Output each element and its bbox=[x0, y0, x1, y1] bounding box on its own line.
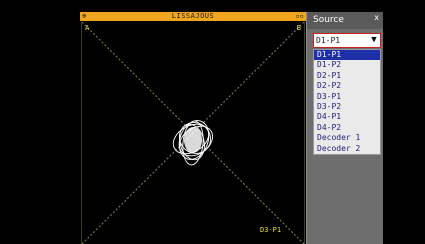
corner-tag-right: B bbox=[296, 24, 301, 32]
source-option[interactable]: D4-P1 bbox=[314, 112, 380, 122]
source-option[interactable]: D1-P1 bbox=[314, 50, 380, 61]
source-option[interactable]: D4-P2 bbox=[314, 123, 380, 133]
source-option[interactable]: D3-P2 bbox=[314, 102, 380, 112]
trace-source-label: D3-P1 bbox=[260, 226, 282, 234]
source-dropdown[interactable]: D1-P1 ▼ bbox=[313, 33, 381, 48]
window-titlebar[interactable]: ⊕ LISSAJOUS ▫▫ bbox=[80, 12, 306, 21]
source-option[interactable]: Decoder 1 bbox=[314, 133, 380, 143]
source-option[interactable]: D1-P2 bbox=[314, 60, 380, 70]
source-panel: Source x D1-P1 ▼ D1-P1 D1-P2 D2-P1 D2-P2 D3-… bbox=[306, 12, 383, 244]
xy-plot-svg bbox=[82, 22, 304, 244]
screen: ⊕ LISSAJOUS ▫▫ A B D3-P1 Source x D1-P1 … bbox=[0, 0, 425, 244]
window-title: LISSAJOUS bbox=[171, 12, 215, 20]
lissajous-window: ⊕ LISSAJOUS ▫▫ A B D3-P1 bbox=[80, 12, 306, 244]
source-option[interactable]: D3-P1 bbox=[314, 92, 380, 102]
source-option[interactable]: Decoder 2 bbox=[314, 144, 380, 154]
xy-plot-area[interactable]: A B bbox=[81, 22, 305, 244]
source-option[interactable]: D2-P1 bbox=[314, 71, 380, 81]
trace-core bbox=[184, 127, 202, 153]
chevron-down-icon[interactable]: ▼ bbox=[369, 35, 379, 46]
source-option[interactable]: D2-P2 bbox=[314, 81, 380, 91]
corner-tag-left: A bbox=[85, 24, 90, 32]
source-dropdown-value: D1-P1 bbox=[316, 36, 341, 45]
source-options-list: D1-P1 D1-P2 D2-P1 D2-P2 D3-P1 D3-P2 D4-P1 D4-P2… bbox=[313, 49, 381, 155]
close-icon[interactable]: x bbox=[374, 13, 379, 22]
source-panel-title: Source bbox=[313, 15, 344, 25]
window-buttons-icon[interactable]: ▫▫ bbox=[296, 12, 304, 21]
source-panel-header: Source x bbox=[307, 12, 383, 29]
